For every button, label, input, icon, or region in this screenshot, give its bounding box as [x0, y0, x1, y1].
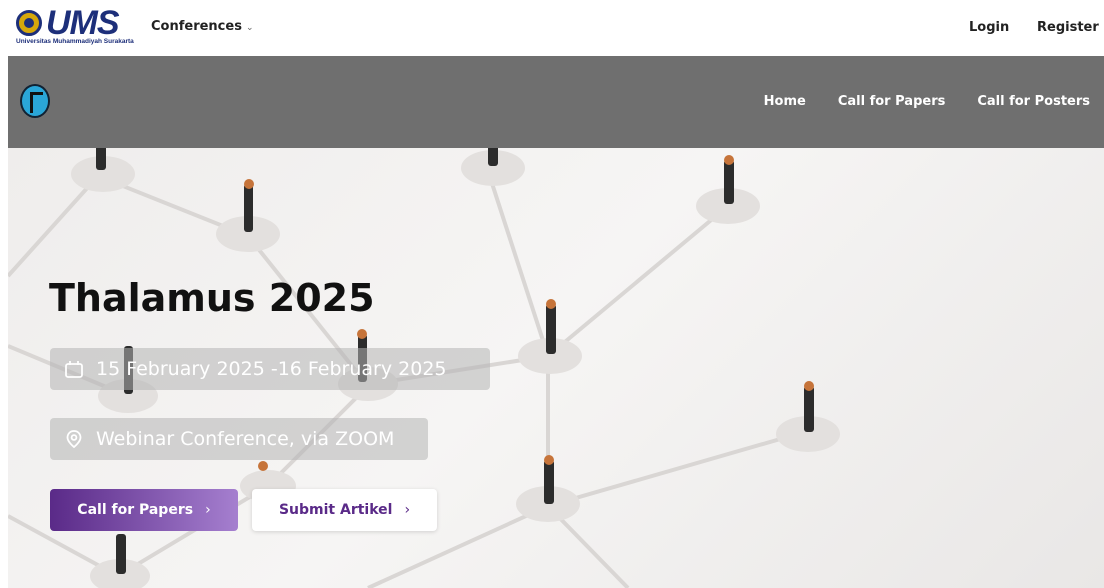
conference-nav: Home Call for Papers Call for Posters [764, 94, 1090, 109]
nav-call-for-papers[interactable]: Call for Papers [838, 94, 946, 109]
call-for-papers-button[interactable]: Call for Papers › [50, 489, 238, 531]
login-link[interactable]: Login [969, 20, 1009, 35]
conferences-label: Conferences [151, 19, 242, 34]
map-pin-icon [66, 430, 82, 449]
location-badge: Webinar Conference, via ZOOM [50, 418, 428, 460]
nav-home[interactable]: Home [764, 94, 806, 109]
chevron-right-icon: › [404, 502, 411, 518]
register-link[interactable]: Register [1037, 20, 1099, 35]
nav-call-for-posters[interactable]: Call for Posters [977, 94, 1090, 109]
location-text: Webinar Conference, via ZOOM [96, 428, 395, 450]
ums-emblem-icon [16, 10, 42, 36]
chevron-down-icon: ⌄ [245, 23, 254, 33]
thalamus-logo[interactable] [20, 84, 50, 118]
date-badge: 15 February 2025 -16 February 2025 [50, 348, 490, 390]
conference-header: Home Call for Papers Call for Posters [8, 56, 1104, 148]
chevron-right-icon: › [205, 502, 211, 518]
top-navbar: UMS Universitas Muhammadiyah Surakarta C… [0, 0, 1104, 56]
submit-artikel-label: Submit Artikel [278, 502, 393, 518]
calendar-icon [65, 361, 83, 378]
submit-artikel-button[interactable]: Submit Artikel › [252, 489, 437, 531]
date-text: 15 February 2025 -16 February 2025 [96, 358, 447, 380]
ums-logo[interactable]: UMS Universitas Muhammadiyah Surakarta [16, 4, 134, 48]
conferences-dropdown[interactable]: Conferences ⌄ [151, 19, 254, 34]
logo-subtext: Universitas Muhammadiyah Surakarta [16, 38, 134, 45]
conference-title: Thalamus 2025 [49, 276, 375, 320]
call-for-papers-label: Call for Papers [77, 502, 194, 518]
